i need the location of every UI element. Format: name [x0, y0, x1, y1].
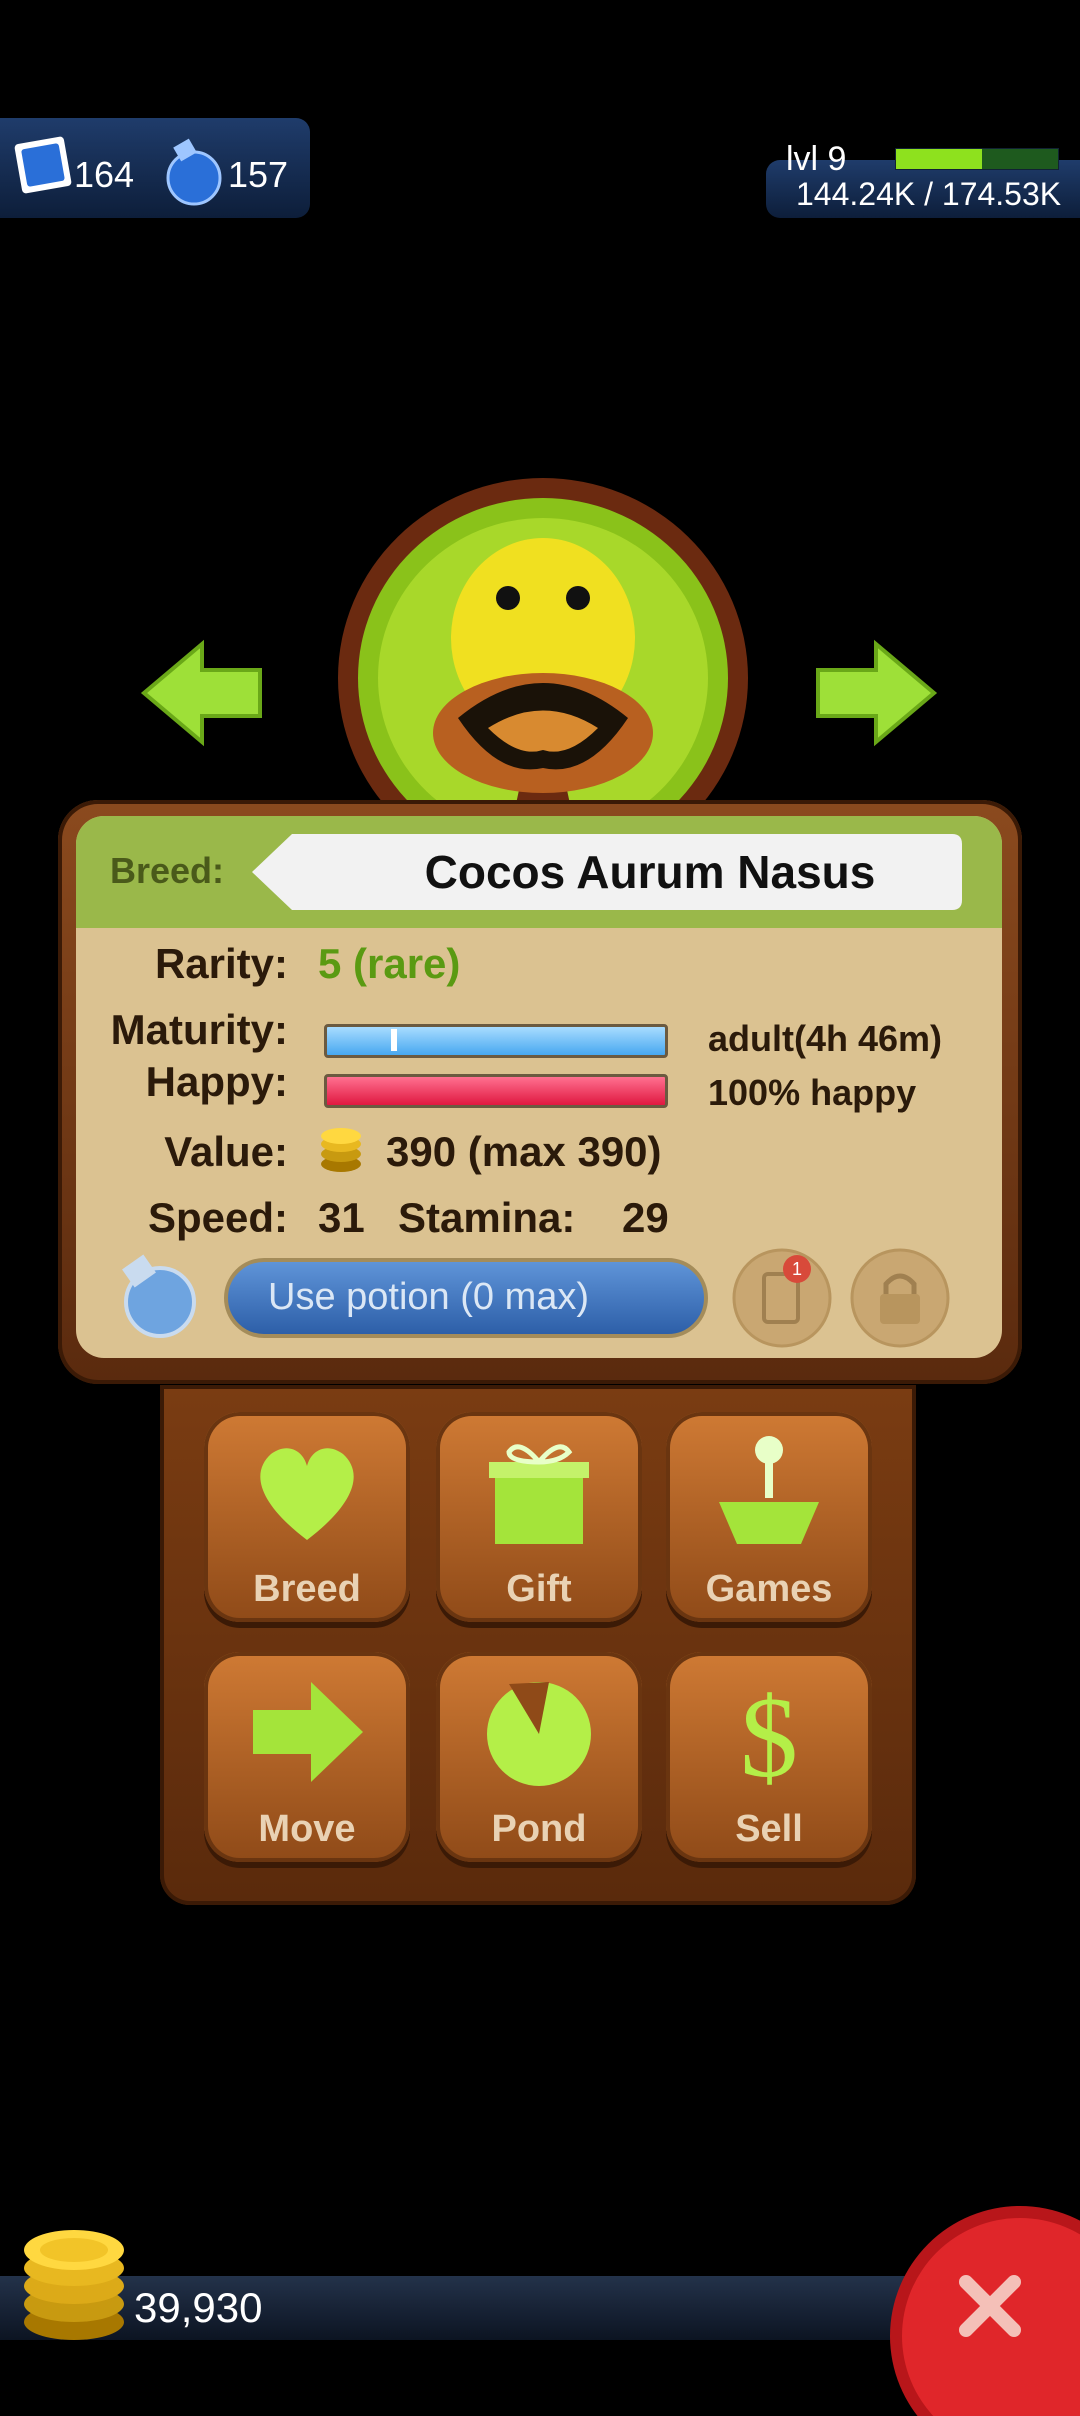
potion-bottle-icon [122, 1254, 196, 1338]
coins-icon [24, 2230, 124, 2340]
xp-progress-bar [895, 148, 1059, 170]
rarity-label: Rarity: [154, 940, 288, 987]
value-label: Value: [164, 1128, 288, 1175]
breed-label: Breed: [110, 850, 225, 891]
notification-badge: 1 [783, 1255, 811, 1283]
stamina-value: 29 [622, 1194, 669, 1241]
speed-label: Speed: [147, 1194, 288, 1241]
close-button[interactable] [880, 2196, 1080, 2416]
coins-count: 39,930 [134, 2284, 263, 2331]
lock-button[interactable] [848, 1246, 952, 1350]
games-button[interactable]: Games [666, 1412, 872, 1622]
maturity-label: Maturity: [110, 1006, 288, 1053]
value-value: 390 (max 390) [386, 1128, 662, 1175]
pond-button-label: Pond [491, 1808, 587, 1850]
move-button-label: Move [258, 1808, 356, 1850]
speed-value: 31 [318, 1194, 365, 1241]
sell-button-label: Sell [735, 1808, 803, 1850]
gift-button-label: Gift [506, 1568, 572, 1610]
happy-label: Happy: [145, 1058, 288, 1105]
breed-name: Cocos Aurum Nasus [424, 846, 876, 898]
games-icon [719, 1436, 819, 1544]
heart-icon [260, 1448, 354, 1540]
stamp-count: 164 [74, 154, 135, 195]
arrow-right-icon [253, 1682, 363, 1782]
frog-image [338, 478, 748, 818]
breed-button-label: Breed [253, 1568, 361, 1610]
pond-icon [487, 1682, 591, 1786]
move-button[interactable]: Move [204, 1652, 410, 1862]
next-frog-button[interactable] [814, 638, 938, 748]
gift-button[interactable]: Gift [436, 1412, 642, 1622]
breed-button[interactable]: Breed [204, 1412, 410, 1622]
coin-icon [321, 1128, 361, 1172]
games-button-label: Games [705, 1568, 833, 1610]
potion-icon [166, 138, 222, 206]
potion-count: 157 [228, 154, 289, 195]
happy-value: 100% happy [708, 1072, 917, 1113]
maturity-value: adult(4h 46m) [708, 1018, 943, 1059]
svg-text:$: $ [740, 1674, 798, 1792]
pond-button[interactable]: Pond [436, 1652, 642, 1862]
sell-button[interactable]: $ Sell [666, 1652, 872, 1862]
stamp-icon [14, 136, 72, 194]
level-label: lvl 9 [786, 140, 847, 178]
previous-frog-button[interactable] [140, 638, 264, 748]
dollar-icon: $ [740, 1674, 798, 1792]
use-potion-button-label: Use potion (0 max) [268, 1276, 590, 1318]
xp-text: 144.24K / 174.53K [796, 176, 1062, 212]
notification-badge-count: 1 [792, 1259, 802, 1279]
happy-bar [324, 1074, 668, 1108]
gift-icon [489, 1444, 589, 1544]
maturity-bar [324, 1024, 668, 1058]
xp-progress-fill [896, 149, 982, 169]
rarity-value: 5 (rare) [318, 940, 461, 987]
stamina-label: Stamina: [398, 1194, 576, 1241]
